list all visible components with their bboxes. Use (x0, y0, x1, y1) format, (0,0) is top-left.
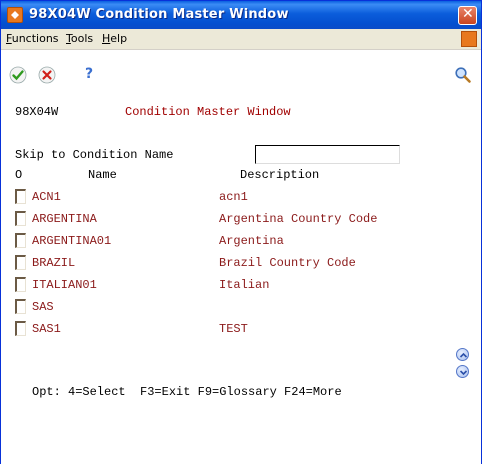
chevron-up-icon (459, 352, 468, 358)
row-option-field[interactable] (15, 211, 26, 226)
row-description: Argentina Country Code (219, 212, 378, 226)
close-icon: ✕ (462, 6, 474, 22)
row-name: BRAZIL (32, 256, 76, 270)
menu-help[interactable]: Help (102, 32, 127, 45)
row-name: ACN1 (32, 190, 61, 204)
chevron-down-icon (459, 370, 468, 376)
menu-bar: Functions Tools Help (1, 29, 481, 50)
row-description: Italian (219, 278, 270, 292)
row-name: SAS1 (32, 322, 61, 336)
title-bar[interactable]: 98X04W Condition Master Window ✕ (1, 1, 481, 29)
column-header-description: Description (240, 168, 320, 182)
row-option-field[interactable] (15, 321, 26, 336)
row-name: SAS (32, 300, 54, 314)
app-window: 98X04W Condition Master Window ✕ Functio… (0, 0, 482, 464)
row-name: ITALIAN01 (32, 278, 97, 292)
ok-check-icon[interactable] (9, 66, 27, 84)
search-magnifier-icon[interactable] (454, 66, 472, 84)
skip-label: Skip to Condition Name (15, 148, 174, 162)
help-question-icon[interactable]: ? (85, 65, 103, 83)
row-option-field[interactable] (15, 189, 26, 204)
row-description: Argentina (219, 234, 284, 248)
page-down-button[interactable] (456, 365, 469, 378)
toolbar: ? (1, 50, 481, 90)
program-id: 98X04W (15, 105, 59, 119)
row-option-field[interactable] (15, 277, 26, 292)
row-name: ARGENTINA01 (32, 234, 112, 248)
row-option-field[interactable] (15, 299, 26, 314)
skip-to-condition-input[interactable] (255, 145, 400, 164)
row-name: ARGENTINA (32, 212, 97, 226)
menu-functions[interactable]: Functions (6, 32, 59, 45)
column-header-name: Name (88, 168, 117, 182)
function-key-legend: Opt: 4=Select F3=Exit F9=Glossary F24=Mo… (32, 385, 342, 399)
page-up-button[interactable] (456, 348, 469, 361)
close-button[interactable]: ✕ (458, 6, 477, 25)
row-description: acn1 (219, 190, 248, 204)
window-title: 98X04W Condition Master Window (29, 7, 289, 22)
app-logo-icon (7, 7, 23, 23)
row-description: Brazil Country Code (219, 256, 356, 270)
form-body: 98X04W Condition Master Window Skip to C… (1, 90, 481, 464)
row-description: TEST (219, 322, 248, 336)
row-option-field[interactable] (15, 233, 26, 248)
menu-tools[interactable]: Tools (66, 32, 93, 45)
cancel-x-icon[interactable] (38, 66, 56, 84)
row-option-field[interactable] (15, 255, 26, 270)
menu-logo-icon (461, 31, 477, 47)
column-header-option: O (15, 168, 23, 182)
form-title: Condition Master Window (125, 105, 291, 119)
